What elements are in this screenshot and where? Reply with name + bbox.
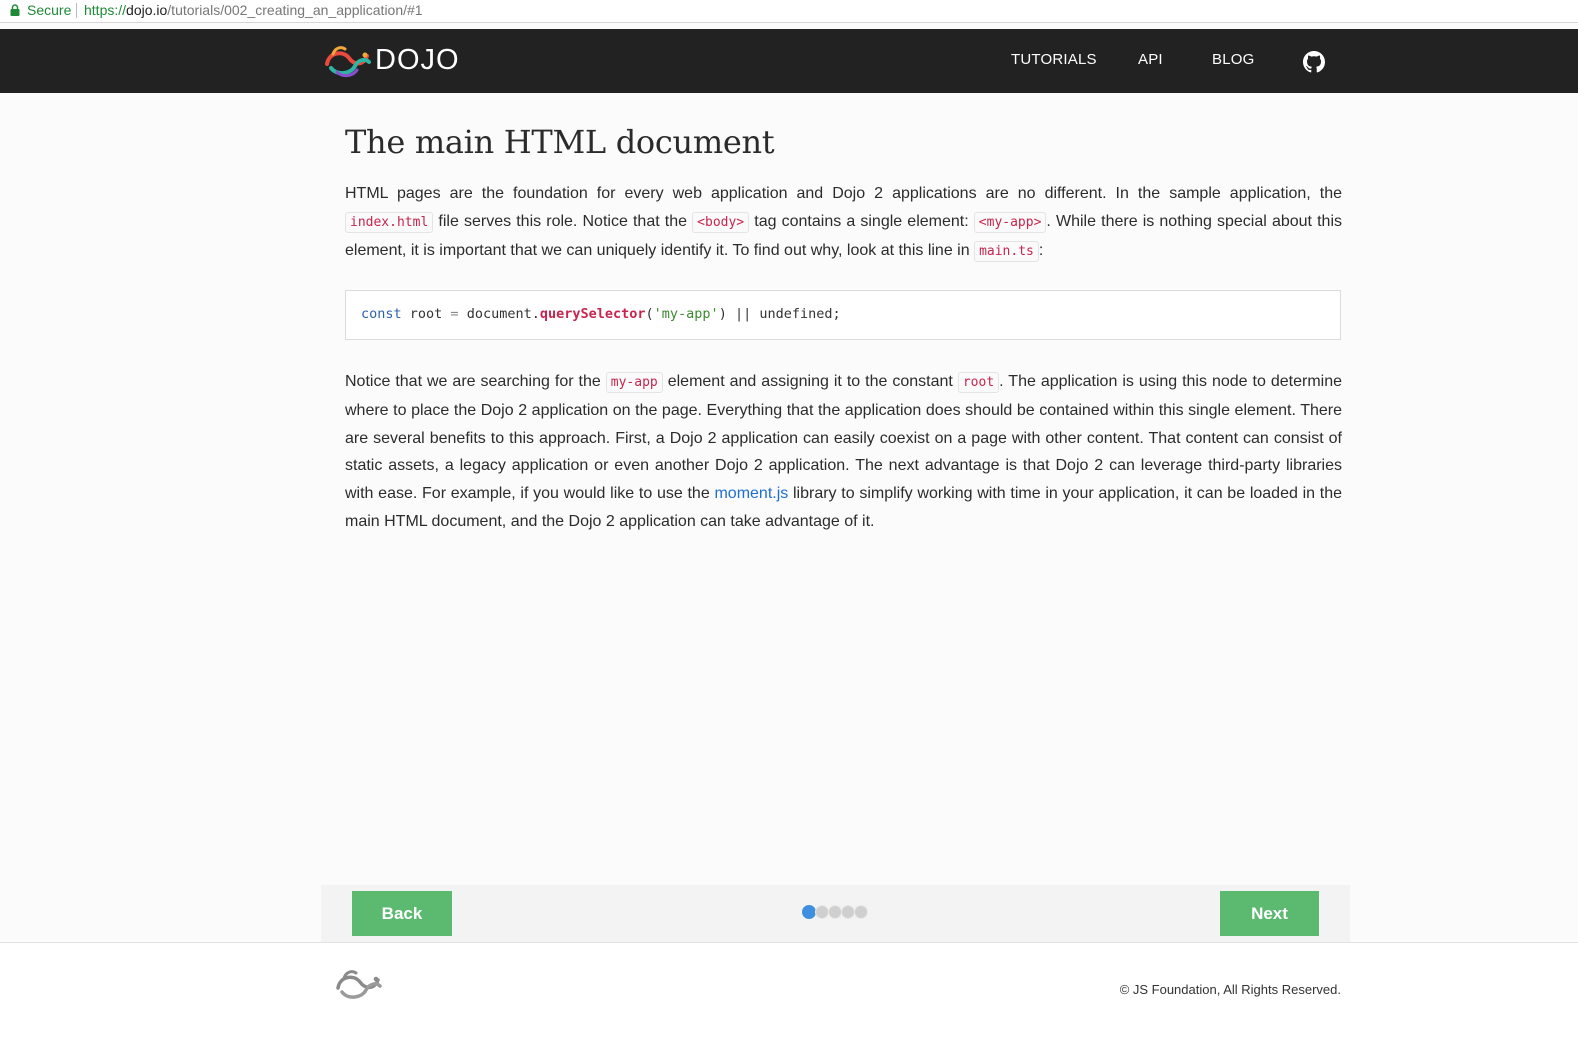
inline-code-my-app-tag: <my-app> [973,211,1047,233]
text-run: HTML pages are the foundation for every … [345,185,1342,202]
text-run: file serves this role. Notice that the [433,212,693,230]
momentjs-link[interactable]: moment.js [714,485,788,502]
footer-dragon-logo-icon [336,970,382,999]
step-dot-3[interactable] [828,905,842,919]
intro-paragraph: HTML pages are the foundation for every … [345,180,1342,265]
url-path: /tutorials/002_creating_an_application/#… [167,2,423,18]
next-button[interactable]: Next [1220,891,1319,936]
url-scheme: https:// [84,2,127,18]
address-divider [76,3,77,18]
nav-tutorials[interactable]: TUTORIALS [1011,51,1097,68]
site-header [0,29,1578,93]
inline-code-index-html: index.html [345,211,434,233]
code-paren: ( [645,306,654,322]
site-footer [0,943,1578,1042]
browser-address-bar[interactable]: Secure https://dojo.io/tutorials/002_cre… [0,0,1578,23]
text-run: element and assigning it to the constant [662,373,958,390]
code-keyword: const [361,306,402,322]
step-dot-5[interactable] [854,905,868,919]
nav-api[interactable]: API [1138,51,1163,68]
step-dot-4[interactable] [841,905,855,919]
lock-icon [10,4,20,16]
code-object: document. [458,306,540,322]
text-run: : [1038,241,1044,259]
code-string: 'my-app' [653,306,719,322]
logo-text[interactable]: DOJO [375,44,460,77]
text-run: tag contains a single element: [749,212,974,230]
text-run: Notice that we are searching for the [345,373,606,390]
code-rest: ) || undefined; [718,306,841,322]
nav-blog[interactable]: BLOG [1212,51,1254,68]
explanation-paragraph: Notice that we are searching for the my-… [345,368,1342,536]
code-operator: = [450,306,459,322]
url-host: dojo.io [126,2,168,18]
code-function: querySelector [539,306,646,322]
step-dot-2[interactable] [815,905,829,919]
inline-code-my-app: my-app [605,372,663,393]
url-text[interactable]: https://dojo.io/tutorials/002_creating_a… [84,0,423,21]
back-button[interactable]: Back [352,891,452,936]
secure-label: Secure [27,2,72,18]
code-block[interactable]: const root = document.querySelector('my-… [345,290,1341,340]
text-run: . The application is using this node to … [345,373,1343,503]
code-identifier: root [401,306,451,322]
inline-code-main-ts: main.ts [974,240,1039,262]
inline-code-root: root [957,372,1000,393]
dojo-dragon-logo-icon[interactable] [321,42,373,80]
page-title: The main HTML document [345,123,775,161]
step-dot-1[interactable] [802,905,816,919]
github-icon[interactable] [1303,51,1325,73]
copyright-text: © JS Foundation, All Rights Reserved. [1119,982,1341,997]
inline-code-body-tag: <body> [692,211,750,233]
